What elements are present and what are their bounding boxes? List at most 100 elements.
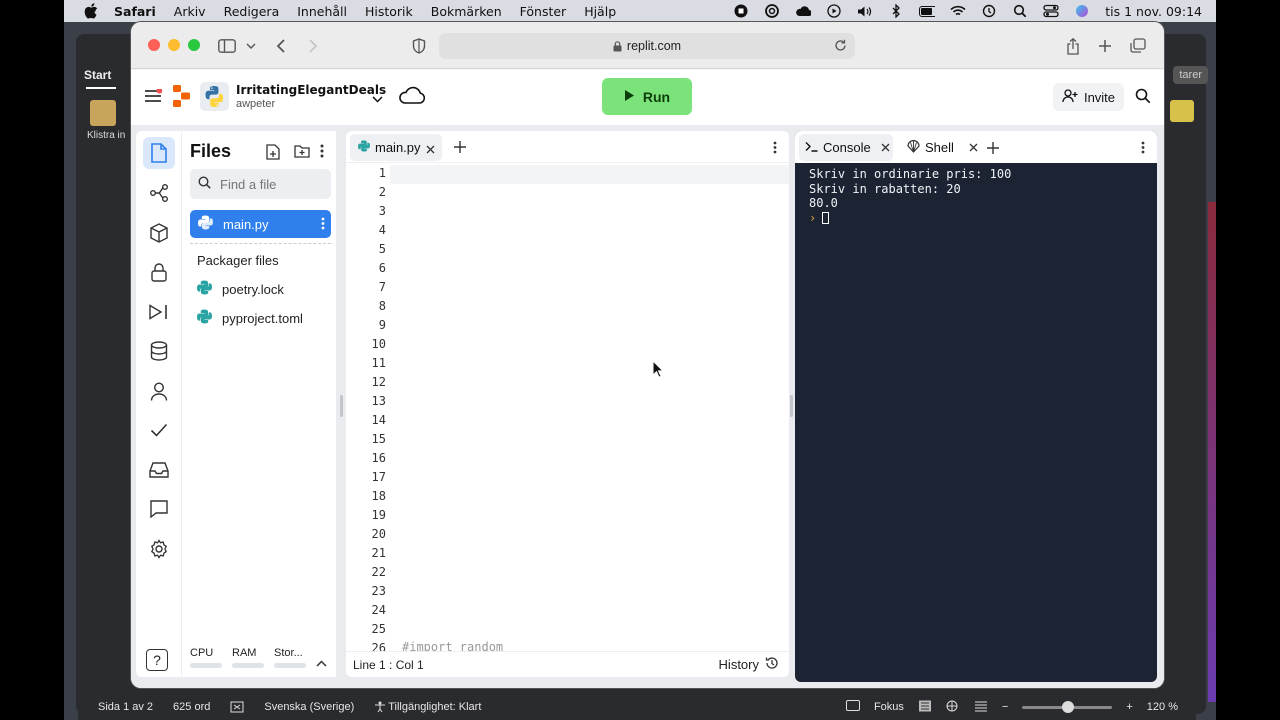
settings-gear-icon[interactable] [143, 533, 175, 565]
zoom-window-button[interactable] [188, 39, 200, 51]
back-icon[interactable] [271, 36, 291, 56]
tab-shell[interactable]: Shell [901, 134, 978, 161]
resource-usage[interactable]: CPU RAM Stor... [190, 647, 330, 673]
menu-bokmarken[interactable]: Bokmärken [431, 4, 502, 19]
menu-redigera[interactable]: Redigera [224, 4, 280, 19]
history-button[interactable]: History [719, 656, 779, 673]
run-button[interactable]: Run [602, 78, 692, 115]
zoom-out-button[interactable]: − [1002, 701, 1008, 713]
status-focus[interactable]: Fokus [874, 701, 904, 713]
menu-fonster[interactable]: Fönster [520, 4, 567, 19]
console-line: 80.0 [809, 196, 838, 210]
file-item-main-py[interactable]: main.py [190, 210, 331, 238]
repl-owner[interactable]: awpeter [236, 98, 275, 110]
hamburger-menu-icon[interactable] [144, 87, 163, 108]
files-tool-icon[interactable] [143, 137, 175, 169]
web-layout-icon[interactable] [946, 700, 960, 715]
editor-tab-bar: main.py [346, 131, 789, 163]
focus-icon[interactable] [845, 700, 860, 714]
chevron-down-icon[interactable] [241, 36, 261, 56]
window-controls [148, 39, 200, 51]
print-layout-icon[interactable] [918, 700, 932, 715]
database-icon[interactable] [143, 335, 175, 367]
outline-layout-icon[interactable] [974, 700, 988, 715]
help-button[interactable]: ? [146, 649, 168, 671]
address-bar[interactable]: replit.com [439, 33, 855, 59]
record-stop-icon[interactable] [733, 4, 749, 18]
packages-tool-icon[interactable] [143, 217, 175, 249]
debugger-icon[interactable] [143, 296, 175, 328]
git-tool-icon[interactable] [143, 177, 175, 209]
wifi-icon[interactable] [950, 4, 966, 18]
menu-arkiv[interactable]: Arkiv [174, 4, 206, 19]
apple-icon[interactable] [84, 3, 100, 19]
time-machine-icon[interactable] [981, 4, 997, 18]
chevron-up-icon[interactable] [316, 654, 327, 672]
menu-hjalp[interactable]: Hjälp [584, 4, 616, 19]
file-item-pyproject-toml[interactable]: pyproject.toml [197, 309, 303, 327]
new-file-icon[interactable] [266, 144, 280, 160]
close-tab-icon[interactable] [426, 142, 435, 157]
new-tab-icon[interactable] [1095, 36, 1115, 56]
control-center-icon[interactable] [1043, 4, 1059, 18]
repl-name[interactable]: IrritatingElegantDeals [236, 83, 386, 97]
console-input-line[interactable]: › [809, 211, 1011, 226]
volume-icon[interactable] [857, 4, 873, 18]
auth-user-icon[interactable] [143, 375, 175, 407]
status-zoom[interactable]: 120 % [1147, 701, 1178, 713]
icloud-icon[interactable] [795, 4, 812, 18]
play-circle-icon[interactable] [826, 4, 842, 18]
close-tab-icon[interactable] [881, 140, 890, 155]
cloud-icon[interactable] [397, 84, 427, 111]
menubar-clock[interactable]: tis 1 nov. 09:14 [1105, 4, 1202, 19]
tab-overview-icon[interactable] [1128, 36, 1148, 56]
invite-button[interactable]: Invite [1053, 83, 1124, 111]
close-window-button[interactable] [148, 39, 160, 51]
editor-more-icon[interactable] [773, 141, 777, 159]
close-tab-icon[interactable] [969, 140, 978, 155]
zoom-slider[interactable] [1022, 700, 1113, 713]
add-tab-icon[interactable] [987, 141, 999, 159]
tab-console[interactable]: Console [799, 134, 893, 161]
minimize-window-button[interactable] [168, 39, 180, 51]
editor-resize-handle[interactable] [790, 395, 793, 417]
files-more-icon[interactable] [320, 144, 324, 158]
sidebar-toggle-icon[interactable] [217, 36, 237, 56]
history-label: History [718, 657, 759, 672]
replit-logo-icon[interactable] [172, 84, 191, 113]
menu-app-name[interactable]: Safari [114, 4, 156, 19]
menu-innehall[interactable]: Innehåll [297, 4, 347, 19]
url-text[interactable]: replit.com [627, 39, 681, 53]
status-words: 625 ord [173, 701, 211, 713]
privacy-shield-icon[interactable] [409, 36, 429, 56]
find-file-search[interactable] [190, 169, 331, 199]
add-tab-icon[interactable] [454, 140, 466, 158]
replit-workspace: ? Files main.py Packager file [131, 125, 1164, 688]
bluetooth-icon[interactable] [888, 4, 904, 18]
files-panel-title: Files [190, 141, 232, 161]
file-item-poetry-lock[interactable]: poetry.lock [197, 280, 284, 298]
zoom-slider-knob[interactable] [1062, 700, 1075, 713]
reload-icon[interactable] [834, 39, 847, 52]
share-icon[interactable] [1063, 36, 1083, 56]
battery-icon[interactable] [919, 4, 936, 18]
find-file-input[interactable] [220, 176, 320, 192]
siri-icon[interactable] [1074, 4, 1090, 18]
forward-icon[interactable] [303, 36, 323, 56]
zoom-in-button[interactable]: + [1126, 701, 1132, 713]
console-output[interactable]: Skriv in ordinarie pris: 100 Skriv in rab… [809, 167, 1011, 225]
file-options-icon[interactable] [321, 217, 325, 233]
editor-tab-main-py[interactable]: main.py [350, 134, 442, 161]
new-folder-icon[interactable] [294, 144, 310, 158]
console-more-icon[interactable] [1141, 141, 1145, 159]
creative-cloud-icon[interactable] [764, 4, 780, 18]
secrets-lock-icon[interactable] [143, 256, 175, 288]
files-resize-handle[interactable] [340, 395, 343, 417]
search-icon[interactable] [1135, 88, 1151, 109]
spotlight-search-icon[interactable] [1012, 4, 1028, 18]
chat-icon[interactable] [143, 493, 175, 525]
menu-historik[interactable]: Historik [365, 4, 413, 19]
chevron-down-icon[interactable] [372, 90, 383, 108]
inbox-icon[interactable] [143, 454, 175, 486]
checkmark-icon[interactable] [143, 414, 175, 446]
